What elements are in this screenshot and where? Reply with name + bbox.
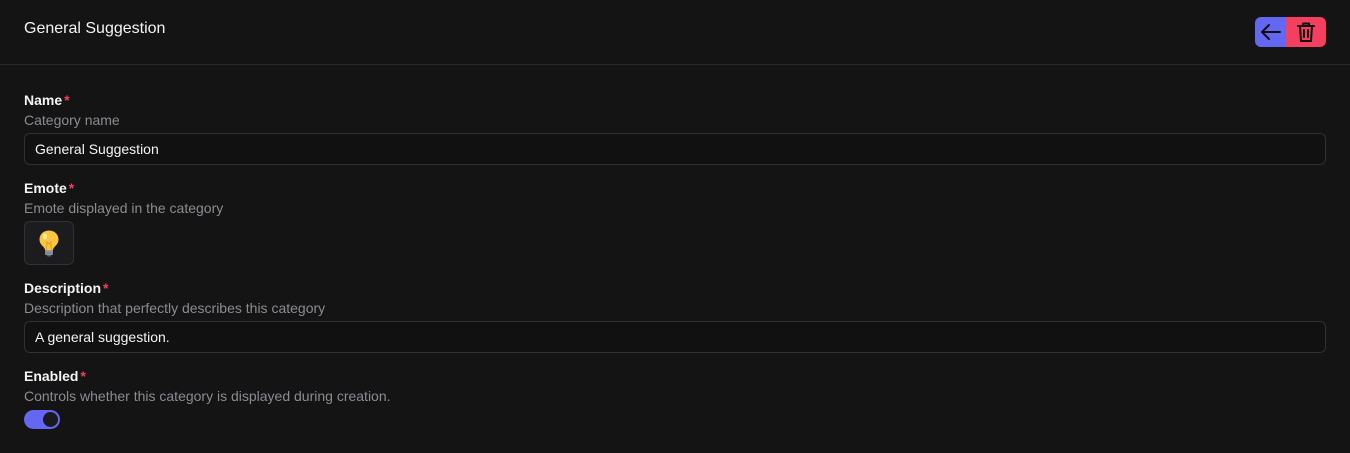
arrow-left-icon — [1260, 24, 1281, 40]
name-description: Category name — [24, 112, 120, 128]
description-required-marker: * — [103, 280, 109, 296]
description-label: Description * — [24, 279, 108, 297]
toggle-knob — [43, 412, 58, 427]
lightbulb-emote — [39, 230, 59, 257]
card-header: General Suggestion — [0, 0, 1350, 65]
name-label-text: Name — [24, 92, 63, 108]
name-input[interactable]: General Suggestion — [24, 133, 1326, 165]
description-help-text: Description that perfectly describes thi… — [24, 300, 326, 316]
enabled-required-marker: * — [80, 368, 86, 384]
enabled-label-text: Enabled — [24, 368, 79, 384]
emote-description: Emote displayed in the category — [24, 200, 224, 216]
back-button[interactable] — [1255, 17, 1286, 47]
description-label-text: Description — [24, 280, 102, 296]
page-title: General Suggestion — [24, 20, 166, 37]
trash-icon — [1297, 22, 1315, 42]
enabled-description: Controls whether this category is displa… — [24, 388, 391, 404]
enabled-toggle[interactable] — [24, 410, 60, 429]
enabled-label: Enabled * — [24, 367, 86, 385]
header-actions — [1255, 17, 1326, 47]
emote-required-marker: * — [68, 180, 75, 196]
delete-button[interactable] — [1286, 17, 1326, 47]
name-label: Name * — [24, 91, 70, 109]
emote-picker-button[interactable] — [24, 221, 74, 265]
name-required-marker: * — [64, 92, 70, 108]
description-input[interactable]: A general suggestion. — [24, 321, 1326, 353]
category-edit-card: General Suggestion Name * Category name G… — [0, 0, 1350, 453]
emote-label: Emote * — [24, 179, 74, 197]
emote-label-text: Emote — [24, 180, 67, 196]
